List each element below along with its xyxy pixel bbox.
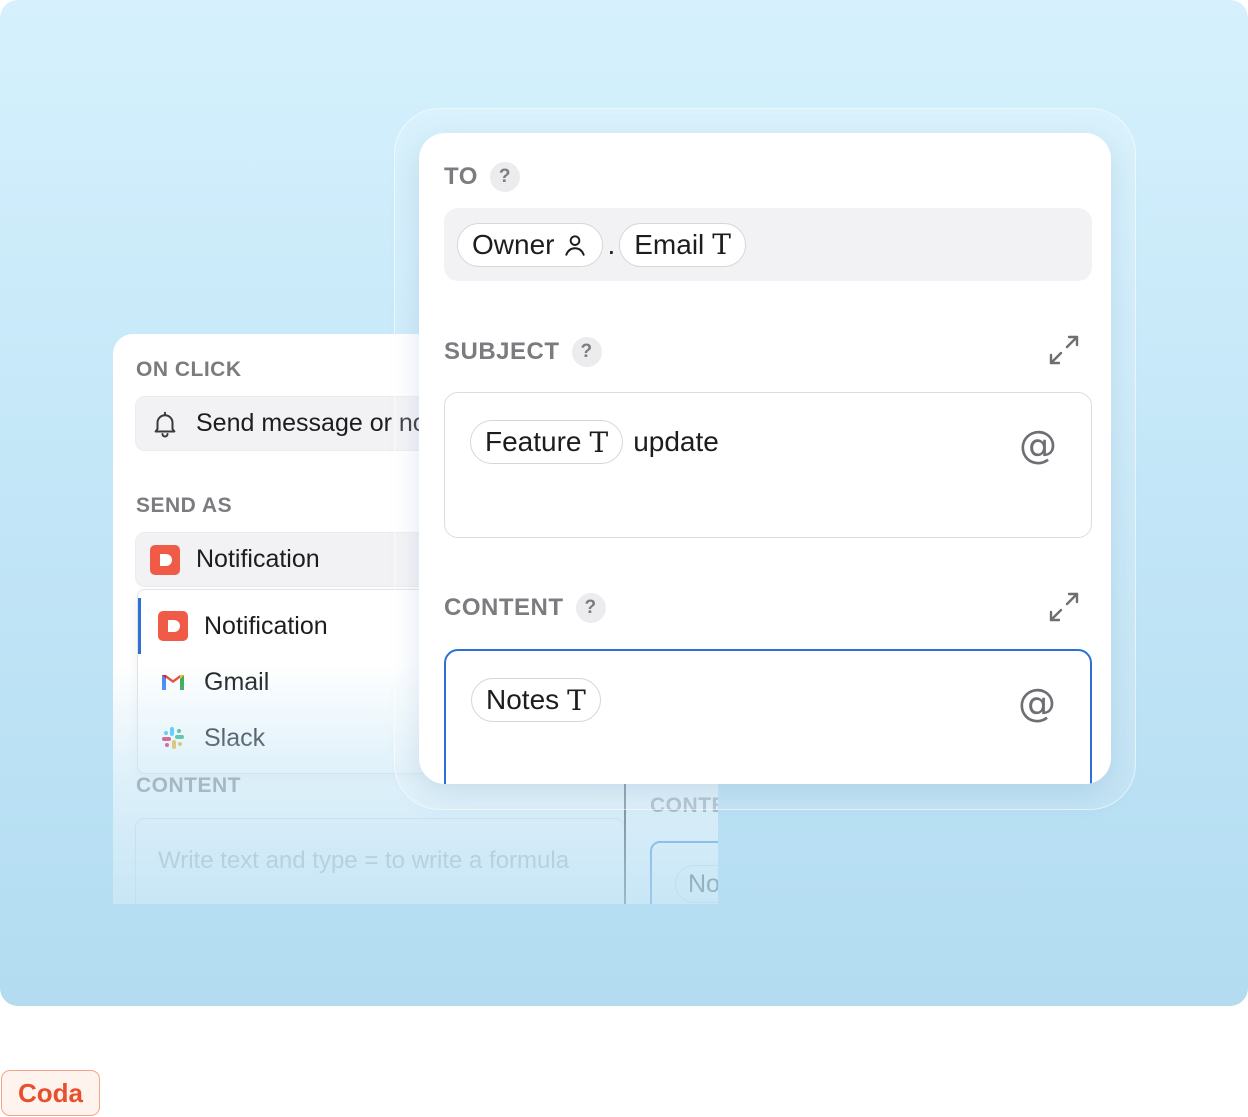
send-as-value: Notification bbox=[196, 545, 320, 573]
text-type-icon: T bbox=[567, 683, 586, 717]
coda-icon bbox=[150, 544, 180, 575]
slack-icon bbox=[162, 727, 184, 749]
gmail-icon bbox=[162, 675, 184, 690]
content-field-secondary[interactable]: Notes bbox=[650, 841, 718, 904]
expand-icon[interactable] bbox=[1047, 333, 1081, 367]
content-label-row: CONTENT ? bbox=[444, 593, 606, 623]
text-type-icon: T bbox=[712, 228, 731, 261]
help-icon[interactable]: ? bbox=[489, 162, 520, 192]
text-type-icon: T bbox=[589, 425, 609, 459]
hero-background: ON CLICK Send message or notification SE… bbox=[0, 0, 1248, 1006]
to-field[interactable]: Owner . Email T bbox=[444, 208, 1092, 281]
brand-tag[interactable]: Coda bbox=[1, 1070, 100, 1116]
email-chip[interactable]: Email T bbox=[619, 222, 746, 267]
chip-label: Feature bbox=[485, 426, 582, 457]
to-label-row: TO ? bbox=[444, 162, 520, 192]
subject-field[interactable]: Feature T update @ bbox=[444, 392, 1092, 538]
option-label: Notification bbox=[204, 611, 328, 640]
expand-icon[interactable] bbox=[1047, 590, 1081, 624]
option-label: Gmail bbox=[204, 667, 270, 696]
chip-label: Notes bbox=[486, 684, 560, 715]
notes-chip: Notes bbox=[675, 865, 718, 903]
bell-icon bbox=[154, 411, 176, 437]
help-icon[interactable]: ? bbox=[571, 337, 602, 367]
mention-icon[interactable]: @ bbox=[1019, 423, 1057, 467]
subject-text: update bbox=[633, 426, 719, 457]
feature-chip[interactable]: Feature T bbox=[470, 420, 624, 464]
subject-label-row: SUBJECT ? bbox=[444, 337, 602, 367]
option-label: Slack bbox=[204, 723, 266, 752]
send-as-label: SEND AS bbox=[136, 494, 233, 517]
chip-label: Email bbox=[634, 228, 705, 260]
dot-separator: . bbox=[607, 228, 616, 260]
person-icon bbox=[565, 234, 586, 256]
content-field[interactable]: Notes T @ bbox=[444, 649, 1092, 784]
notes-chip[interactable]: Notes T bbox=[471, 678, 601, 722]
content-label: CONTENT bbox=[136, 774, 241, 797]
chip-label: Owner bbox=[472, 228, 555, 260]
email-settings-panel: TO ? Owner . Email T SUBJECT ? Feature T… bbox=[419, 133, 1111, 784]
content-textarea[interactable]: Write text and type = to write a formula bbox=[135, 818, 625, 904]
content-label: CONTENT bbox=[444, 594, 564, 621]
coda-icon bbox=[158, 611, 188, 641]
help-icon[interactable]: ? bbox=[575, 593, 606, 623]
subject-label: SUBJECT bbox=[444, 338, 560, 365]
to-label: TO bbox=[444, 163, 478, 190]
on-click-label: ON CLICK bbox=[136, 358, 242, 381]
mention-icon[interactable]: @ bbox=[1018, 681, 1056, 725]
owner-chip[interactable]: Owner bbox=[457, 222, 604, 267]
